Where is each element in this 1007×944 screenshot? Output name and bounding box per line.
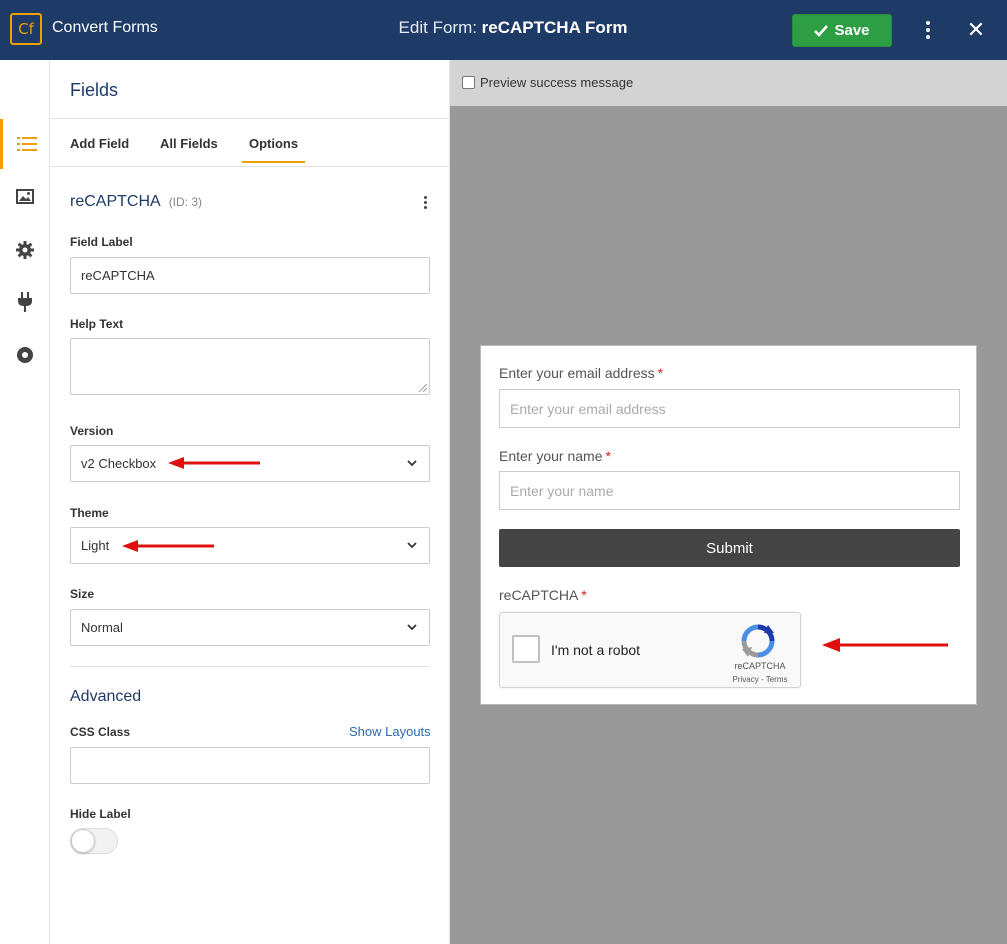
title-prefix: Edit Form: [398, 18, 482, 37]
version-label: Version [70, 424, 114, 438]
more-options-icon[interactable] [918, 18, 938, 42]
recaptcha-label-text: reCAPTCHA [499, 587, 579, 603]
recaptcha-widget: I'm not a robot reCAPTCHA Privacy - Term… [499, 612, 801, 688]
top-bar: Cf Convert Forms Edit Form: reCAPTCHA Fo… [0, 0, 1007, 60]
rail-item-integrations[interactable] [0, 277, 50, 327]
annotation-arrow [122, 540, 214, 552]
annotation-arrow [822, 638, 948, 652]
email-label-text: Enter your email address [499, 365, 655, 381]
page-title: Edit Form: reCAPTCHA Form [300, 18, 726, 38]
theme-value: Light [81, 538, 110, 553]
divider [70, 666, 430, 667]
size-value: Normal [81, 620, 123, 635]
gear-icon [16, 241, 34, 259]
hide-label-label: Hide Label [70, 807, 131, 821]
hide-label-toggle[interactable] [70, 828, 118, 854]
name-input[interactable]: Enter your name [499, 471, 960, 510]
css-class-label: CSS Class [70, 725, 131, 739]
save-button-label: Save [834, 22, 870, 39]
show-layouts-link[interactable]: Show Layouts [349, 724, 431, 739]
tab-options[interactable]: Options [242, 136, 306, 163]
chevron-down-icon [407, 460, 417, 467]
email-field-label: Enter your email address * [499, 365, 663, 381]
rail-item-design[interactable] [0, 171, 50, 221]
list-icon [16, 137, 37, 151]
name-label-text: Enter your name [499, 448, 603, 464]
preview-toolbar: Preview success message [450, 60, 1007, 106]
image-icon [16, 188, 34, 204]
divider [50, 118, 450, 119]
recaptcha-field-label: reCAPTCHA * [499, 587, 587, 603]
save-button[interactable]: Save [792, 14, 892, 47]
left-rail [0, 60, 50, 944]
preview-success-label: Preview success message [480, 75, 634, 90]
required-mark: * [581, 587, 587, 603]
chevron-down-icon [407, 542, 417, 549]
brand-name: Convert Forms [52, 19, 158, 36]
selected-field-name: reCAPTCHA [70, 193, 161, 210]
version-value: v2 Checkbox [81, 456, 157, 471]
required-mark: * [605, 448, 611, 464]
help-text-label: Help Text [70, 317, 124, 331]
resize-grip-icon[interactable] [419, 384, 427, 392]
selected-field-title: reCAPTCHA (ID: 3) [70, 193, 202, 211]
required-mark: * [657, 365, 664, 381]
rail-item-fields[interactable] [0, 119, 50, 169]
recaptcha-brand: reCAPTCHA [734, 661, 786, 671]
tab-all-fields[interactable]: All Fields [160, 136, 218, 161]
tab-add-field[interactable]: Add Field [70, 136, 129, 161]
advanced-section-title: Advanced [70, 688, 142, 705]
email-input[interactable]: Enter your email address [499, 389, 960, 428]
recaptcha-privacy-terms-link[interactable]: Privacy - Terms [722, 675, 798, 684]
size-select[interactable]: Normal [70, 609, 430, 646]
name-field-label: Enter your name * [499, 448, 611, 464]
divider [50, 166, 450, 167]
preview-success-checkbox[interactable] [462, 76, 475, 89]
field-label-input[interactable]: reCAPTCHA [70, 257, 430, 294]
record-icon [17, 347, 33, 363]
annotation-arrow [168, 457, 260, 469]
field-options-panel: Fields Add Field All Fields Options reCA… [50, 60, 450, 944]
field-label-label: Field Label [70, 235, 133, 249]
size-label: Size [70, 587, 95, 601]
form-preview-area: Preview success message Enter your email… [450, 60, 1007, 944]
toggle-knob [71, 829, 95, 853]
convert-forms-logo: Cf [10, 13, 42, 45]
plug-icon [18, 292, 32, 312]
close-icon[interactable]: ✕ [964, 18, 988, 42]
panel-title: Fields [70, 80, 119, 100]
chevron-down-icon [407, 624, 417, 631]
check-icon [814, 24, 829, 37]
css-class-input[interactable] [70, 747, 430, 784]
rail-item-settings[interactable] [0, 225, 50, 275]
submit-button[interactable]: Submit [499, 529, 960, 567]
help-text-textarea[interactable] [70, 338, 430, 395]
field-menu-icon[interactable] [420, 193, 430, 211]
recaptcha-checkbox-text: I'm not a robot [551, 642, 641, 658]
recaptcha-checkbox[interactable] [512, 635, 540, 663]
form-name: reCAPTCHA Form [481, 18, 628, 37]
theme-label: Theme [70, 506, 109, 520]
recaptcha-logo-icon [741, 624, 775, 658]
field-id: (ID: 3) [168, 195, 203, 209]
rail-item-submissions[interactable] [0, 330, 50, 380]
